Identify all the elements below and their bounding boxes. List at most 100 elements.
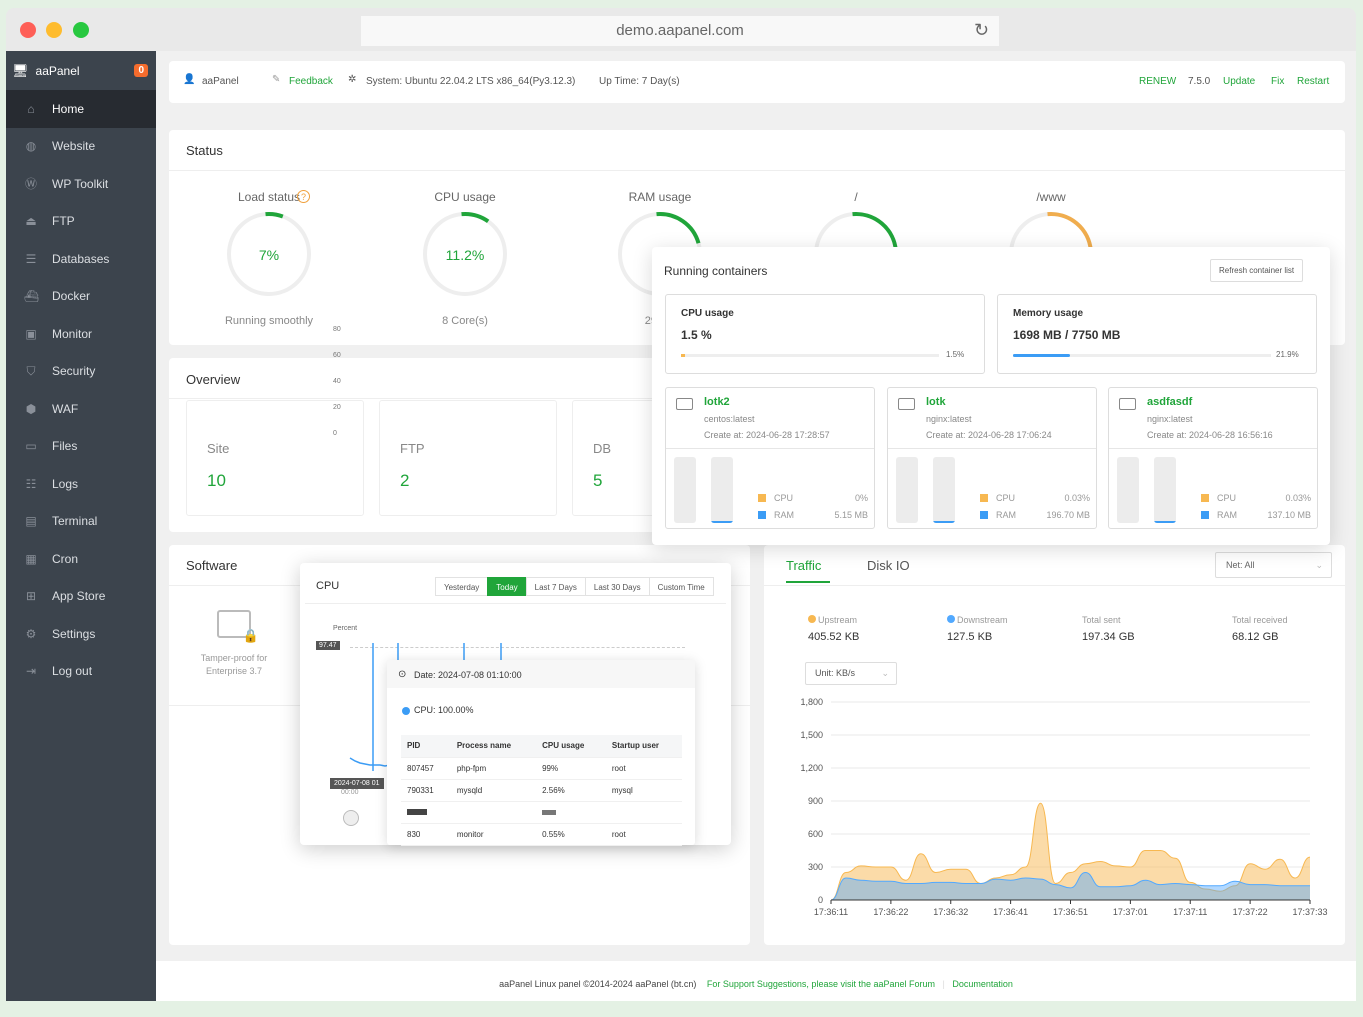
y-tick: 80 [333,326,341,333]
uptime: Up Time: 7 Day(s) [599,76,680,87]
sidebar-item-cron[interactable]: ▦ Cron [6,540,156,578]
process-table: PID Process name CPU usage Startup user 8074… [401,735,682,846]
sidebar-item-home[interactable]: ⌂ Home [6,90,156,128]
gauge-1[interactable]: CPU usage 11.2% 8 Core(s) [395,190,535,327]
sidebar-item-label: Monitor [52,326,93,341]
table-row: 830 monitor 0.55% root [401,823,682,846]
net-select[interactable]: Net: All ⌄ [1215,552,1332,578]
update-link[interactable]: Update [1223,76,1255,87]
notification-badge[interactable]: 0 [134,64,148,77]
username[interactable]: aaPanel [202,76,239,87]
logs-icon: ☷ [25,476,37,491]
tab-traffic[interactable]: Traffic [786,558,830,583]
sidebar-item-log-out[interactable]: ⇥ Log out [6,653,156,691]
column-header: Startup user [605,735,682,758]
sidebar-item-settings[interactable]: ⚙ Settings [6,615,156,653]
version: 7.5.0 [1188,76,1211,87]
gauge-0[interactable]: Load status 7% Running smoothly [199,190,339,327]
tamper-proof-item[interactable]: 🔒 Tamper-proof for Enterprise 3.7 [184,610,284,678]
tab-last-7-days[interactable]: Last 7 Days [525,577,586,596]
monitor-icon: ▣ [25,326,37,341]
url-bar[interactable]: demo.aapanel.com [361,16,999,46]
feedback-link[interactable]: Feedback [289,76,333,87]
fix-link[interactable]: Fix [1271,76,1284,87]
container-name[interactable]: asdfasdf [1147,396,1192,408]
sidebar-item-databases[interactable]: ☰ Databases [6,240,156,278]
sidebar-item-website[interactable]: ◍ Website [6,128,156,166]
zoom-slider-handle[interactable] [343,810,359,826]
unit-select[interactable]: Unit: KB/s ⌄ [805,662,897,685]
cpu-bar [1117,457,1139,523]
sidebar-item-ftp[interactable]: ⏏ FTP [6,203,156,241]
container-name[interactable]: lotk2 [704,396,730,408]
sidebar-item-label: Docker [52,289,91,304]
refresh-container-button[interactable]: Refresh container list [1210,259,1304,282]
table-cell: 807457 [401,757,451,780]
sidebar-item-wp-toolkit[interactable]: Ⓦ WP Toolkit [6,165,156,203]
sidebar-item-logs[interactable]: ☷ Logs [6,465,156,503]
column-header: PID [401,735,451,758]
container-image: nginx:latest [1147,414,1193,424]
sidebar-item-security[interactable]: ⛉ Security [6,353,156,391]
ram-legend: RAM 196.70 MB [980,510,1090,520]
table-cell: mysql [605,779,682,802]
table-cell: 2.56% [536,779,606,802]
overview-site[interactable]: Site 10 [186,400,364,516]
tab-today[interactable]: Today [487,577,527,596]
container-card[interactable]: lotk nginx:latest Create at: 2024-06-28 … [887,387,1097,529]
x-tick-label: 17:36:22 [873,907,908,917]
traffic-stat: Total sent 197.34 GB [1082,615,1135,643]
gauge-label: /www [1036,190,1066,204]
traffic-stat: Downstream 127.5 KB [947,615,1008,643]
reload-icon[interactable]: ↻ [974,20,989,41]
tab-yesterday[interactable]: Yesterday [435,577,489,596]
sidebar-item-docker[interactable]: ⛴ Docker [6,278,156,316]
renew-link[interactable]: RENEW [1139,76,1176,87]
gauge-label: Load status [237,190,301,204]
sidebar-item-app-store[interactable]: ⊞ App Store [6,578,156,616]
sidebar-brand[interactable]: 🖥 aaPanel 0 [6,51,156,90]
sidebar-item-terminal[interactable]: ▤ Terminal [6,503,156,541]
x-tick-label: 17:37:01 [1113,907,1148,917]
sidebar-item-waf[interactable]: ⬢ WAF [6,390,156,428]
cpu-usage-value: 1.5 % [681,328,712,342]
tab-disk-io[interactable]: Disk IO [867,558,910,573]
table-row-obscured [401,801,682,824]
container-name[interactable]: lotk [926,396,946,408]
overview-db[interactable]: DB 5 [572,400,662,516]
forum-link[interactable]: For Support Suggestions, please visit th… [707,979,935,989]
tab-last-30-days[interactable]: Last 30 Days [584,577,650,596]
x-tick-label: 17:37:33 [1292,907,1327,917]
documentation-link[interactable]: Documentation [952,979,1013,989]
close-window-button[interactable] [20,22,36,38]
net-select-value: Net: All [1226,560,1255,570]
overview-label: FTP [400,441,425,456]
help-icon[interactable]: ? [297,190,310,203]
overview-ftp[interactable]: FTP 2 [379,400,557,516]
footer: aaPanel Linux panel ©2014-2024 aaPanel (… [156,961,1356,1001]
container-cpu: 0.03% [1285,493,1311,503]
server-icon: 🖥 [12,62,29,78]
table-cell: root [605,823,682,846]
gear-icon: ⚙ [25,626,37,641]
calendar-icon: ▦ [25,551,37,566]
minimize-window-button[interactable] [46,22,62,38]
column-header: Process name [450,735,537,758]
monitor-icon [898,398,915,410]
ram-legend: RAM 137.10 MB [1201,510,1311,520]
memory-usage-card: Memory usage 1698 MB / 7750 MB 21.9% [997,294,1317,374]
maximize-window-button[interactable] [73,22,89,38]
sidebar-item-monitor[interactable]: ▣ Monitor [6,315,156,353]
table-cell: php-fpm [450,757,537,780]
container-card[interactable]: asdfasdf nginx:latest Create at: 2024-06… [1108,387,1318,529]
sidebar-item-files[interactable]: ▭ Files [6,428,156,466]
x-tick-label: 17:36:51 [1053,907,1088,917]
tab-custom-time[interactable]: Custom Time [648,577,714,596]
url-text: demo.aapanel.com [616,22,744,39]
table-cell: root [605,757,682,780]
container-image: centos:latest [704,414,755,424]
stat-label: Total sent [1082,615,1121,625]
column-header: CPU usage [536,735,606,758]
container-card[interactable]: lotk2 centos:latest Create at: 2024-06-2… [665,387,875,529]
restart-link[interactable]: Restart [1297,76,1329,87]
